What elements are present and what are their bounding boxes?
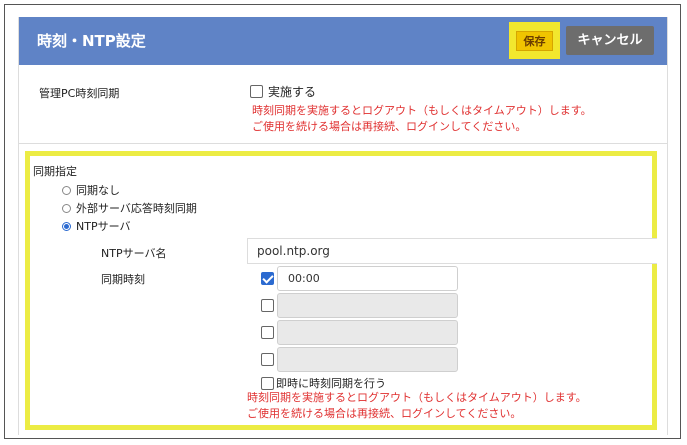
sync-time-3-checkbox[interactable] xyxy=(261,326,274,339)
immediate-sync-checkbox[interactable] xyxy=(261,377,274,390)
radio-external-server-label: 外部サーバ応答時刻同期 xyxy=(76,202,197,215)
ntp-warning-line2: ご使用を続ける場合は再接続、ログインしてください。 xyxy=(247,407,522,420)
sync-time-1-input[interactable]: 00:00 xyxy=(277,266,458,291)
pc-sync-checkbox-label: 実施する xyxy=(268,85,317,99)
radio-ntp-server-label: NTPサーバ xyxy=(76,220,131,233)
cancel-button[interactable]: キャンセル xyxy=(566,26,654,55)
immediate-sync-label: 即時に時刻同期を行う xyxy=(276,377,386,390)
sync-time-4-input[interactable] xyxy=(277,347,458,372)
radio-external-server[interactable] xyxy=(62,204,71,213)
sync-time-3-input[interactable] xyxy=(277,320,458,345)
section-divider xyxy=(19,143,667,144)
page-title: 時刻・NTP設定 xyxy=(37,32,146,50)
ntp-warning-line1: 時刻同期を実施するとログアウト（もしくはタイムアウト）します。 xyxy=(247,391,587,404)
panel-header: 時刻・NTP設定 保存 キャンセル xyxy=(19,17,667,65)
save-button[interactable]: 保存 xyxy=(516,31,553,51)
pc-sync-warning-line1: 時刻同期を実施するとログアウト（もしくはタイムアウト）します。 xyxy=(252,104,592,117)
radio-ntp-server[interactable] xyxy=(62,222,71,231)
sync-time-1-checkbox[interactable] xyxy=(261,272,274,285)
sync-time-2-checkbox[interactable] xyxy=(261,299,274,312)
sync-time-2-input[interactable] xyxy=(277,293,458,318)
pc-sync-warning-line2: ご使用を続ける場合は再接続、ログインしてください。 xyxy=(252,120,527,133)
radio-no-sync-label: 同期なし xyxy=(76,184,120,197)
pc-sync-label: 管理PC時刻同期 xyxy=(39,87,120,100)
ntp-server-label: NTPサーバ名 xyxy=(101,247,167,260)
radio-no-sync[interactable] xyxy=(62,186,71,195)
pc-sync-checkbox[interactable] xyxy=(250,85,263,98)
ntp-server-input[interactable]: pool.ntp.org xyxy=(247,238,657,264)
sync-mode-label: 同期指定 xyxy=(33,165,77,178)
sync-time-label: 同期時刻 xyxy=(101,273,145,286)
sync-time-4-checkbox[interactable] xyxy=(261,353,274,366)
